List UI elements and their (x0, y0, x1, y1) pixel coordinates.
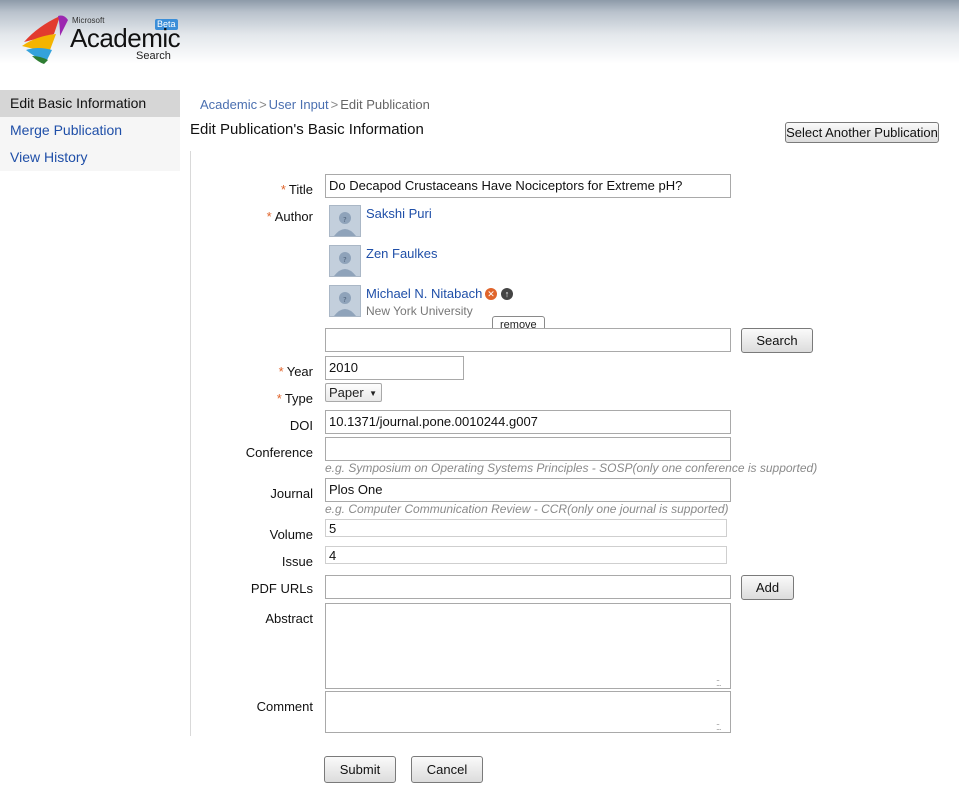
breadcrumb-edit-publication: Edit Publication (340, 97, 430, 112)
conference-label: Conference (245, 445, 313, 460)
breadcrumb-separator: > (259, 97, 267, 112)
title-label-text: Title (288, 182, 313, 197)
author-link-michael-nitabach[interactable]: Michael N. Nitabach (366, 286, 482, 301)
type-select-value: Paper (329, 385, 364, 400)
type-label-text: Type (284, 391, 313, 406)
pdf-urls-label: PDF URLs (250, 581, 313, 596)
author-search-button[interactable]: Search (741, 328, 813, 353)
abstract-textarea[interactable] (325, 603, 731, 689)
sidebar: Edit Basic Information Merge Publication… (0, 90, 180, 171)
year-label: * Year (173, 364, 313, 379)
volume-input[interactable]: 5 (325, 519, 727, 537)
academic-search-logo[interactable]: Microsoft Beta Academic Search (20, 12, 190, 64)
journal-label: Journal (270, 486, 313, 501)
conference-hint: e.g. Symposium on Operating Systems Prin… (325, 461, 818, 475)
resize-grip-icon[interactable]: ..... (716, 674, 726, 688)
author-label-text: Author (274, 209, 313, 224)
comment-textarea[interactable] (325, 691, 731, 733)
comment-label: Comment (256, 699, 313, 714)
issue-input[interactable]: 4 (325, 546, 727, 564)
submit-button[interactable]: Submit (324, 756, 396, 783)
required-mark: * (266, 209, 272, 224)
breadcrumb-academic[interactable]: Academic (200, 97, 257, 112)
breadcrumb-user-input[interactable]: User Input (269, 97, 329, 112)
dropdown-arrow-icon: ▼ (369, 389, 377, 398)
breadcrumb-separator: > (330, 97, 339, 112)
title-input[interactable]: Do Decapod Crustaceans Have Nociceptors … (325, 174, 731, 198)
default-avatar-icon: ? (329, 205, 361, 237)
default-avatar-icon: ? (329, 245, 361, 277)
content-divider (190, 151, 191, 736)
year-input[interactable]: 2010 (325, 356, 464, 380)
required-mark: * (280, 182, 286, 197)
doi-label: DOI (289, 418, 313, 433)
pdf-urls-input[interactable] (325, 575, 731, 599)
add-pdf-url-button[interactable]: Add (741, 575, 794, 600)
title-label: * Title (173, 182, 313, 197)
resize-grip-icon[interactable]: ..... (716, 718, 726, 732)
type-label: * Type (173, 391, 313, 406)
svg-text:?: ? (343, 296, 347, 304)
academic-search-logo-icon (22, 15, 68, 64)
select-another-publication-button[interactable]: Select Another Publication (785, 122, 939, 143)
sidebar-item-view-history[interactable]: View History (0, 144, 180, 171)
header-bar: Microsoft Beta Academic Search (0, 0, 959, 66)
default-avatar-icon: ? (329, 285, 361, 317)
year-label-text: Year (286, 364, 313, 379)
cancel-button[interactable]: Cancel (411, 756, 483, 783)
logo-search: Search (136, 50, 171, 62)
remove-author-icon[interactable]: ✕ (485, 288, 497, 300)
journal-input[interactable]: Plos One (325, 478, 731, 502)
author-label: * Author (173, 209, 313, 224)
svg-text:?: ? (343, 256, 347, 264)
author-affiliation: New York University (366, 304, 473, 318)
move-up-icon[interactable]: ↑ (501, 288, 513, 300)
sidebar-item-edit-basic-information[interactable]: Edit Basic Information (0, 90, 180, 117)
svg-text:?: ? (343, 216, 347, 224)
journal-hint: e.g. Computer Communication Review - CCR… (325, 502, 729, 516)
author-link-sakshi-puri[interactable]: Sakshi Puri (366, 206, 432, 221)
issue-label: Issue (281, 554, 313, 569)
author-search-input[interactable] (325, 328, 731, 352)
sidebar-item-merge-publication[interactable]: Merge Publication (0, 117, 180, 144)
page-title: Edit Publication's Basic Information (190, 121, 424, 138)
author-link-zen-faulkes[interactable]: Zen Faulkes (366, 246, 438, 261)
doi-input[interactable]: 10.1371/journal.pone.0010244.g007 (325, 410, 731, 434)
type-select[interactable]: Paper ▼ (325, 383, 382, 402)
required-mark: * (278, 364, 284, 379)
volume-label: Volume (269, 527, 313, 542)
abstract-label: Abstract (265, 611, 313, 626)
logo-academic: Academic (70, 23, 181, 53)
required-mark: * (276, 391, 282, 406)
breadcrumb: Academic > User Input > Edit Publication (200, 97, 430, 112)
conference-input[interactable] (325, 437, 731, 461)
